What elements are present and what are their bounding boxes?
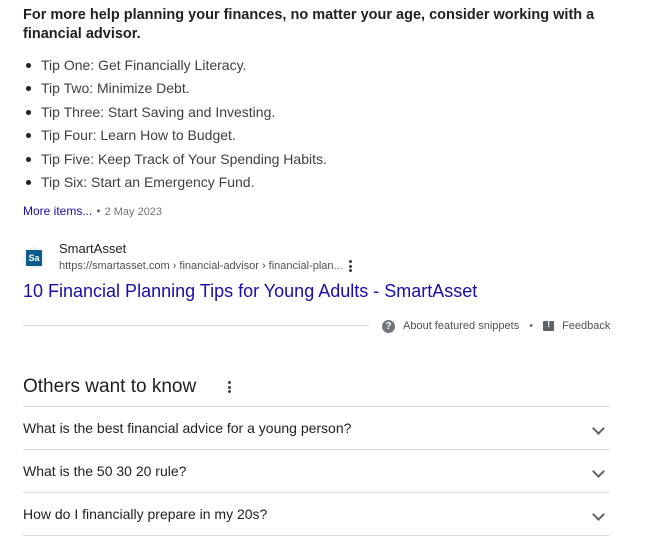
tip-text: Tip Two: Minimize Debt. [41,80,190,97]
feedback-icon [543,319,555,331]
snippet-date: 2 May 2023 [104,206,163,218]
question-row[interactable]: What is the best financial advice for a … [23,407,610,450]
related-questions: What is the best financial advice for a … [23,406,610,536]
separator-dot: • [96,204,101,218]
list-item: Tip Four: Learn How to Budget. [23,124,327,147]
list-item: Tip One: Get Financially Literacy. [23,54,327,77]
question-row[interactable]: How do I financially prepare in my 20s? [23,493,610,536]
bullet-icon [26,63,31,68]
more-vert-icon[interactable] [228,381,232,393]
feedback-link[interactable]: Feedback [562,320,610,332]
bullet-icon [26,86,31,92]
question-text: How do I financially prepare in my 20s? [23,506,268,522]
result-title-link[interactable]: 10 Financial Planning Tips for Young Adu… [23,280,477,302]
tip-text: Tip Three: Start Saving and Investing. [41,103,276,120]
tip-text: Tip Five: Keep Track of Your Spending Ha… [41,150,327,167]
help-circle-icon: ? [382,319,395,333]
smartasset-favicon: Sa [23,247,45,269]
bullet-icon [26,133,31,139]
chevron-down-icon [592,465,605,478]
more-vert-icon[interactable] [349,260,353,272]
snippet-footer: ? About featured snippets • Feedback [382,318,610,334]
more-items-link[interactable]: More items... [23,204,92,218]
question-text: What is the 50 30 20 rule? [23,463,187,479]
question-row[interactable]: What is the 50 30 20 rule? [23,450,610,493]
favicon-mark: Sa [26,250,42,266]
bullet-icon [26,156,31,162]
tip-text: Tip One: Get Financially Literacy. [41,57,247,73]
tips-list: Tip One: Get Financially Literacy. Tip T… [23,54,327,194]
list-item: Tip Six: Start an Emergency Fund. [23,171,327,194]
bullet-icon [26,179,31,185]
list-item: Tip Five: Keep Track of Your Spending Ha… [23,148,327,171]
divider [23,325,369,326]
snippet-lead-text: For more help planning your finances, no… [23,7,595,42]
chevron-down-icon [592,422,605,435]
tip-text: Tip Six: Start an Emergency Fund. [41,173,255,190]
bullet-icon [26,109,31,115]
separator-dot: • [529,320,534,332]
source-url: https://smartasset.com › financial-advis… [59,260,343,272]
more-items-row: More items... • 2 May 2023 [23,203,162,220]
source-header[interactable]: Sa SmartAsset https://smartasset.com › f… [23,241,423,275]
tip-text: Tip Four: Learn How to Budget. [41,127,236,144]
others-want-to-know-heading: Others want to know [23,376,197,397]
list-item: Tip Three: Start Saving and Investing. [23,101,327,124]
question-text: What is the best financial advice for a … [23,420,352,436]
list-item: Tip Two: Minimize Debt. [23,77,327,100]
chevron-down-icon [592,508,605,521]
about-featured-snippets-link[interactable]: About featured snippets [403,320,519,332]
source-name: SmartAsset [59,241,127,256]
